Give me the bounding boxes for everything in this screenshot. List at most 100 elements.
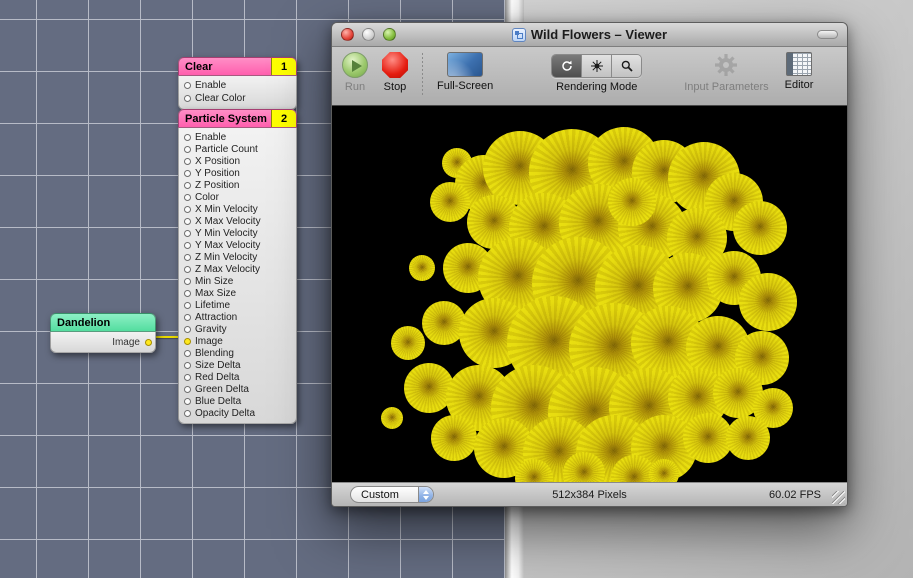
port-circle[interactable] bbox=[184, 326, 191, 333]
port-image-output[interactable]: Image bbox=[51, 334, 155, 350]
port-z-position[interactable]: Z Position bbox=[179, 179, 296, 191]
port-circle[interactable] bbox=[184, 134, 191, 141]
port-circle[interactable] bbox=[184, 266, 191, 273]
node-dandelion[interactable]: Dandelion Image bbox=[50, 313, 156, 353]
dandelion-flower bbox=[608, 178, 656, 226]
port-red-delta[interactable]: Red Delta bbox=[179, 371, 296, 383]
port-circle[interactable] bbox=[184, 158, 191, 165]
port-x-min-velocity[interactable]: X Min Velocity bbox=[179, 203, 296, 215]
port-circle[interactable] bbox=[184, 398, 191, 405]
minimize-button[interactable] bbox=[362, 28, 375, 41]
port-circle[interactable] bbox=[184, 338, 191, 345]
port-clear-color[interactable]: Clear Color bbox=[179, 92, 296, 105]
port-circle[interactable] bbox=[184, 206, 191, 213]
editor-button[interactable]: Editor bbox=[785, 47, 814, 91]
port-enable[interactable]: Enable bbox=[179, 79, 296, 92]
port-label: Green Delta bbox=[195, 384, 249, 395]
port-particle-count[interactable]: Particle Count bbox=[179, 143, 296, 155]
document-icon bbox=[512, 28, 526, 42]
node-clear[interactable]: Clear 1 EnableClear Color bbox=[178, 57, 297, 110]
rendering-mode-label: Rendering Mode bbox=[556, 81, 637, 93]
stop-label: Stop bbox=[384, 81, 407, 93]
port-enable[interactable]: Enable bbox=[179, 131, 296, 143]
port-label: Color bbox=[195, 192, 219, 203]
toolbar-toggle-button[interactable] bbox=[817, 30, 838, 39]
viewer-toolbar: Run Stop Full-Screen bbox=[332, 47, 847, 106]
run-label: Run bbox=[345, 81, 365, 93]
port-z-max-velocity[interactable]: Z Max Velocity bbox=[179, 263, 296, 275]
port-circle[interactable] bbox=[184, 170, 191, 177]
port-circle[interactable] bbox=[184, 218, 191, 225]
viewer-titlebar[interactable]: Wild Flowers – Viewer bbox=[332, 23, 847, 47]
port-opacity-delta[interactable]: Opacity Delta bbox=[179, 407, 296, 419]
port-circle[interactable] bbox=[184, 350, 191, 357]
port-label: Opacity Delta bbox=[195, 408, 255, 419]
port-circle[interactable] bbox=[184, 194, 191, 201]
dandelion-flower bbox=[430, 182, 470, 222]
close-button[interactable] bbox=[341, 28, 354, 41]
render-particles-segment[interactable] bbox=[582, 55, 612, 77]
port-y-min-velocity[interactable]: Y Min Velocity bbox=[179, 227, 296, 239]
port-label: Y Position bbox=[195, 168, 240, 179]
port-circle[interactable] bbox=[184, 182, 191, 189]
port-label: Enable bbox=[195, 80, 226, 91]
port-image[interactable]: Image bbox=[179, 335, 296, 347]
port-circle[interactable] bbox=[184, 146, 191, 153]
port-y-max-velocity[interactable]: Y Max Velocity bbox=[179, 239, 296, 251]
port-circle[interactable] bbox=[184, 290, 191, 297]
screen: Clear 1 EnableClear Color Particle Syste… bbox=[0, 0, 913, 578]
port-label: X Max Velocity bbox=[195, 216, 261, 227]
port-max-size[interactable]: Max Size bbox=[179, 287, 296, 299]
fullscreen-label: Full-Screen bbox=[437, 80, 493, 92]
render-view[interactable] bbox=[332, 106, 847, 482]
port-z-min-velocity[interactable]: Z Min Velocity bbox=[179, 251, 296, 263]
gear-icon bbox=[712, 52, 740, 78]
port-label: Particle Count bbox=[195, 144, 258, 155]
port-x-max-velocity[interactable]: X Max Velocity bbox=[179, 215, 296, 227]
input-parameters-button[interactable]: Input Parameters bbox=[684, 47, 768, 93]
resize-grip[interactable] bbox=[832, 491, 845, 504]
port-circle[interactable] bbox=[184, 82, 191, 89]
port-y-position[interactable]: Y Position bbox=[179, 167, 296, 179]
port-circle[interactable] bbox=[184, 302, 191, 309]
port-circle[interactable] bbox=[184, 95, 191, 102]
port-circle[interactable] bbox=[184, 230, 191, 237]
port-size-delta[interactable]: Size Delta bbox=[179, 359, 296, 371]
node-particle-system-header[interactable]: Particle System 2 bbox=[178, 109, 297, 128]
port-lifetime[interactable]: Lifetime bbox=[179, 299, 296, 311]
node-title: Dandelion bbox=[51, 314, 155, 331]
node-particle-system[interactable]: Particle System 2 EnableParticle CountX … bbox=[178, 109, 297, 424]
port-label: Lifetime bbox=[195, 300, 230, 311]
magnifier-icon bbox=[620, 59, 634, 73]
port-green-delta[interactable]: Green Delta bbox=[179, 383, 296, 395]
port-circle[interactable] bbox=[184, 374, 191, 381]
port-x-position[interactable]: X Position bbox=[179, 155, 296, 167]
render-inspect-segment[interactable] bbox=[612, 55, 641, 77]
render-normal-segment[interactable] bbox=[552, 55, 582, 77]
port-label: Min Size bbox=[195, 276, 233, 287]
node-clear-header[interactable]: Clear 1 bbox=[178, 57, 297, 76]
port-label: Y Min Velocity bbox=[195, 228, 258, 239]
port-blue-delta[interactable]: Blue Delta bbox=[179, 395, 296, 407]
run-button[interactable]: Run bbox=[342, 47, 368, 93]
port-color[interactable]: Color bbox=[179, 191, 296, 203]
port-circle[interactable] bbox=[145, 339, 152, 346]
port-attraction[interactable]: Attraction bbox=[179, 311, 296, 323]
port-circle[interactable] bbox=[184, 386, 191, 393]
port-circle[interactable] bbox=[184, 254, 191, 261]
port-circle[interactable] bbox=[184, 362, 191, 369]
port-circle[interactable] bbox=[184, 278, 191, 285]
port-label: Size Delta bbox=[195, 360, 241, 371]
port-circle[interactable] bbox=[184, 410, 191, 417]
stop-button[interactable]: Stop bbox=[382, 47, 408, 93]
node-dandelion-header[interactable]: Dandelion bbox=[50, 313, 156, 332]
zoom-button[interactable] bbox=[383, 28, 396, 41]
fullscreen-button[interactable]: Full-Screen bbox=[437, 47, 493, 92]
viewer-statusbar: Custom 512x384 Pixels 60.02 FPS bbox=[332, 482, 847, 506]
port-circle[interactable] bbox=[184, 314, 191, 321]
port-blending[interactable]: Blending bbox=[179, 347, 296, 359]
fps-counter: 60.02 FPS bbox=[769, 489, 821, 501]
port-gravity[interactable]: Gravity bbox=[179, 323, 296, 335]
port-circle[interactable] bbox=[184, 242, 191, 249]
port-min-size[interactable]: Min Size bbox=[179, 275, 296, 287]
